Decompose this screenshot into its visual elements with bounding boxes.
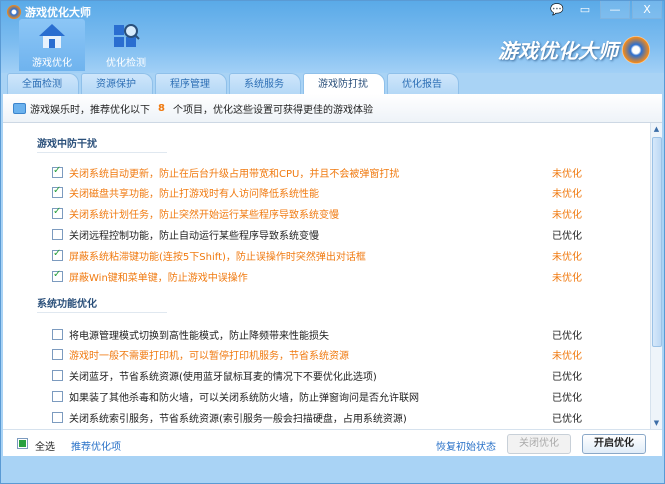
option-text: 将电源管理模式切换到高性能模式，防止降频带来性能损失 <box>69 330 329 342</box>
option-text: 如果装了其他杀毒和防火墙，可以关闭系统防火墙，防止弹窗询问是否允许联网 <box>69 392 419 404</box>
option-status: 未优化 <box>552 189 582 201</box>
window-title: 游戏优化大师 <box>25 6 91 19</box>
skin-icon[interactable]: ▭ <box>572 1 598 19</box>
options-list: ▲ ▼ 游戏中防干扰关闭系统自动更新，防止在后台升级占用带宽和CPU，并且不会被… <box>3 123 662 429</box>
option-row[interactable]: 关闭蓝牙，节省系统资源(使用蓝牙鼠标耳麦的情况下不要优化此选项) 已优化 <box>52 368 592 384</box>
brand-ball-icon <box>622 35 650 64</box>
option-checkbox[interactable] <box>52 411 63 423</box>
option-checkbox[interactable] <box>52 349 63 361</box>
tab-optimize-report[interactable]: 优化报告 <box>387 73 459 94</box>
home-icon <box>39 24 65 48</box>
option-row[interactable]: 关闭系统计划任务，防止突然开始运行某些程序导致系统变慢 未优化 <box>52 206 592 222</box>
info-suffix: 个项目，优化这些设置可获得更佳的游戏体验 <box>172 104 373 116</box>
option-checkbox[interactable] <box>52 165 63 178</box>
group-title: 游戏中防干扰 <box>37 135 167 153</box>
select-all-label[interactable]: 全选 <box>35 438 55 453</box>
option-text: 关闭远程控制功能，防止自动运行某些程序导致系统变慢 <box>69 230 319 242</box>
option-checkbox[interactable] <box>52 248 63 261</box>
footer: 全选 推荐优化项 恢复初始状态 关闭优化 开启优化 <box>3 429 662 456</box>
nav-optimize-check[interactable]: 优化检测 <box>93 19 159 71</box>
magnifier-grid-icon <box>114 24 140 47</box>
scroll-up-icon[interactable]: ▲ <box>651 123 662 135</box>
option-text: 屏蔽Win键和菜单键，防止游戏中误操作 <box>69 272 248 284</box>
option-row[interactable]: 如果装了其他杀毒和防火墙，可以关闭系统防火墙，防止弹窗询问是否允许联网 已优化 <box>52 388 592 404</box>
option-text: 屏蔽系统粘滞键功能(连按5下Shift)，防止误操作时突然弹出对话框 <box>69 251 366 263</box>
tab-system-service[interactable]: 系统服务 <box>229 73 301 94</box>
option-row[interactable]: 关闭系统索引服务，节省系统资源(索引服务一般会扫描硬盘，占用系统资源) 已优化 <box>52 409 592 425</box>
option-row[interactable]: 将电源管理模式切换到高性能模式，防止降频带来性能损失 已优化 <box>52 326 592 342</box>
tab-program-manage[interactable]: 程序管理 <box>155 73 227 94</box>
tab-resource-protect[interactable]: 资源保护 <box>81 73 153 94</box>
option-text: 关闭系统索引服务，节省系统资源(索引服务一般会扫描硬盘，占用系统资源) <box>69 413 407 425</box>
app-window: 游戏优化大师 💬 ▭ — X 游戏优化 优化检测 游戏优化大师 全面检测 资源保… <box>0 0 665 484</box>
title-bar: 游戏优化大师 <box>7 4 91 20</box>
info-prefix: 游戏娱乐时，推荐优化以下 <box>30 104 150 116</box>
feedback-icon[interactable]: 💬 <box>544 1 570 19</box>
option-text: 关闭系统自动更新，防止在后台升级占用带宽和CPU，并且不会被弹窗打扰 <box>69 168 400 180</box>
scroll-down-icon[interactable]: ▼ <box>651 417 662 429</box>
option-row[interactable]: 屏蔽Win键和菜单键，防止游戏中误操作 未优化 <box>52 268 592 284</box>
option-status: 未优化 <box>552 168 582 180</box>
option-checkbox[interactable] <box>52 269 63 282</box>
option-checkbox[interactable] <box>52 390 63 402</box>
option-status: 已优化 <box>552 230 582 242</box>
option-status: 未优化 <box>552 210 582 222</box>
option-checkbox[interactable] <box>52 206 63 220</box>
option-row[interactable]: 游戏时一般不需要打印机，可以暂停打印机服务，节省系统资源 未优化 <box>52 347 592 363</box>
nav-label: 游戏优化 <box>32 58 72 69</box>
app-logo-icon <box>7 5 21 19</box>
scrollbar-thumb[interactable] <box>652 137 662 347</box>
group-title: 系统功能优化 <box>37 295 167 313</box>
info-bar: 游戏娱乐时，推荐优化以下 8 个项目，优化这些设置可获得更佳的游戏体验 <box>3 94 662 123</box>
option-status: 已优化 <box>552 413 582 425</box>
monitor-icon <box>13 102 26 114</box>
brand-logo: 游戏优化大师 <box>498 35 650 64</box>
option-status: 已优化 <box>552 330 582 342</box>
option-row[interactable]: 关闭系统自动更新，防止在后台升级占用带宽和CPU，并且不会被弹窗打扰 未优化 <box>52 164 592 180</box>
option-text: 游戏时一般不需要打印机，可以暂停打印机服务，节省系统资源 <box>69 351 349 363</box>
tab-game-anti-disturb[interactable]: 游戏防打扰 <box>303 73 385 94</box>
option-status: 已优化 <box>552 372 582 384</box>
tab-bar: 全面检测 资源保护 程序管理 系统服务 游戏防打扰 优化报告 <box>3 73 662 94</box>
option-text: 关闭系统计划任务，防止突然开始运行某些程序导致系统变慢 <box>69 210 339 222</box>
option-status: 未优化 <box>552 272 582 284</box>
option-checkbox[interactable] <box>52 370 63 382</box>
tab-full-check[interactable]: 全面检测 <box>7 73 79 94</box>
start-optimize-button[interactable]: 开启优化 <box>582 434 646 454</box>
option-checkbox[interactable] <box>52 328 63 340</box>
minimize-button[interactable]: — <box>600 1 630 19</box>
recommend-link[interactable]: 推荐优化项 <box>71 438 121 453</box>
restore-link[interactable]: 恢复初始状态 <box>436 438 496 453</box>
nav-label: 优化检测 <box>106 58 146 69</box>
option-text: 关闭蓝牙，节省系统资源(使用蓝牙鼠标耳麦的情况下不要优化此选项) <box>69 372 377 384</box>
option-row[interactable]: 关闭磁盘共享功能，防止打游戏时有人访问降低系统性能 未优化 <box>52 185 592 201</box>
select-all-checkbox[interactable] <box>17 438 28 449</box>
option-status: 未优化 <box>552 251 582 263</box>
option-checkbox[interactable] <box>52 185 63 199</box>
option-row[interactable]: 屏蔽系统粘滞键功能(连按5下Shift)，防止误操作时突然弹出对话框 未优化 <box>52 247 592 263</box>
close-optimize-button[interactable]: 关闭优化 <box>507 434 571 454</box>
scrollbar[interactable]: ▲ ▼ <box>650 123 662 429</box>
option-row[interactable]: 关闭远程控制功能，防止自动运行某些程序导致系统变慢 已优化 <box>52 226 592 242</box>
option-status: 已优化 <box>552 392 582 404</box>
info-count: 8 <box>158 102 165 114</box>
nav-game-optimize[interactable]: 游戏优化 <box>19 19 85 71</box>
option-checkbox[interactable] <box>52 228 63 240</box>
option-status: 未优化 <box>552 351 582 363</box>
header: 游戏优化大师 💬 ▭ — X 游戏优化 优化检测 游戏优化大师 <box>1 1 664 73</box>
close-button[interactable]: X <box>632 1 662 19</box>
option-text: 关闭磁盘共享功能，防止打游戏时有人访问降低系统性能 <box>69 189 319 201</box>
